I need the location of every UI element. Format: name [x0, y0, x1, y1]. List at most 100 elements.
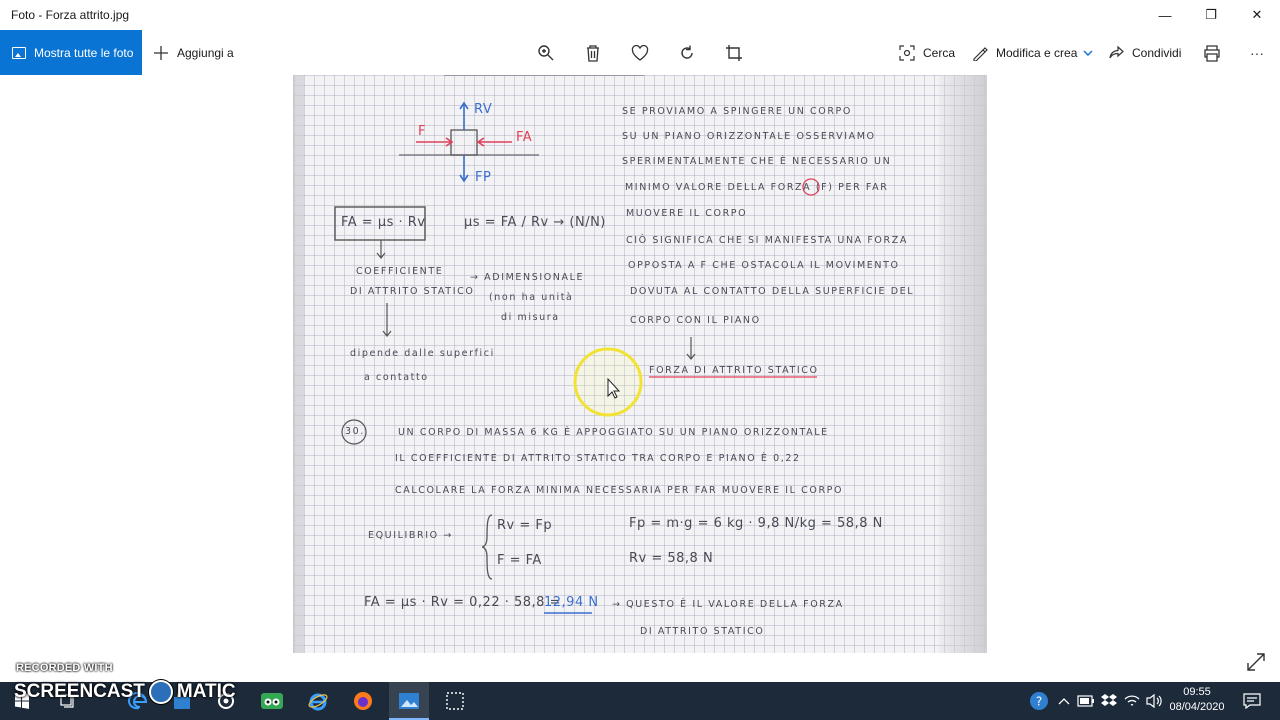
taskbar-snipping[interactable] — [443, 689, 467, 713]
note-line: ciò significa che si manifesta una forza — [626, 235, 908, 246]
crop-icon — [726, 45, 742, 61]
show-all-photos-button[interactable]: Mostra tutte le foto — [0, 30, 142, 75]
label-f: F — [418, 124, 426, 139]
trash-icon — [587, 45, 599, 62]
watermark-recorded: RECORDED WITH — [16, 662, 113, 674]
help-icon: ? — [1030, 692, 1048, 710]
firefox-icon — [354, 692, 372, 710]
exercise-line: calcolare la forza minima necessaria per… — [395, 485, 844, 496]
note-line: minimo valore della forza (F) per far — [625, 182, 889, 193]
share-label: Condividi — [1132, 45, 1182, 60]
add-to-label: Aggiungi a — [177, 45, 234, 60]
share-icon — [1109, 45, 1124, 58]
taskbar-clock[interactable]: 09:55 08/04/2020 — [1162, 685, 1232, 715]
depends-line: dipende dalle superfici — [350, 348, 495, 359]
rotate-button[interactable] — [676, 42, 698, 64]
crop-button[interactable] — [723, 42, 745, 64]
add-to-button[interactable]: Aggiungi a — [153, 30, 234, 75]
owl-icon — [261, 693, 283, 709]
battery-icon — [1077, 695, 1094, 707]
exercise-number: 30. — [345, 426, 365, 437]
search-label: Cerca — [923, 45, 956, 60]
fp-calculation: Fp = m·g = 6 kg · 9,8 N/kg = 58,8 N — [629, 516, 883, 531]
delete-button[interactable] — [582, 42, 604, 64]
note-line: sperimentalmente che è necessario un — [622, 156, 892, 167]
help-tray[interactable]: ? — [1027, 689, 1051, 713]
maximize-button[interactable]: ❐ — [1188, 0, 1234, 30]
fa-result: 12,94 N — [544, 595, 599, 610]
note-line: muovere il corpo — [626, 208, 748, 219]
plus-icon — [154, 45, 168, 60]
dropbox-icon — [1101, 694, 1117, 706]
taskbar-firefox[interactable] — [351, 689, 375, 713]
rotate-icon — [681, 45, 693, 59]
label-rv: Rv — [474, 102, 493, 117]
edit-create-button[interactable]: Modifica e crea — [972, 30, 1093, 75]
adim-line: (non ha unità — [489, 292, 574, 303]
toolbar: Mostra tutte le foto Aggiungi a Cerca Mo… — [0, 30, 1280, 75]
coef-line: di attrito statico — [350, 286, 475, 297]
wifi-icon — [1124, 695, 1140, 706]
edit-icon — [973, 46, 988, 61]
rv-calculation: Rv = 58,8 N — [629, 551, 714, 566]
exercise-line: il coefficiente di attrito statico tra c… — [395, 453, 801, 464]
coef-line: coefficiente — [356, 266, 444, 277]
zoom-button[interactable] — [535, 42, 557, 64]
screencast-logo-icon — [148, 680, 173, 704]
favorite-button[interactable] — [629, 42, 651, 64]
edit-create-label: Modifica e crea — [996, 45, 1078, 60]
svg-text:?: ? — [1036, 695, 1042, 709]
expand-icon[interactable] — [1246, 652, 1266, 672]
more-options-button[interactable]: ··· — [1246, 42, 1268, 64]
tray-battery[interactable] — [1074, 689, 1098, 713]
close-button[interactable]: ✕ — [1234, 0, 1280, 30]
taskbar-tripadvisor[interactable] — [260, 689, 284, 713]
title-bar: Foto - Forza attrito.jpg — ❐ ✕ — [0, 0, 1280, 30]
search-button[interactable]: Cerca — [899, 30, 955, 75]
fa-calculation: FA = μs · Rv = 0,22 · 58,8 = — [364, 595, 561, 610]
show-all-label: Mostra tutte le foto — [34, 45, 134, 60]
minimize-button[interactable]: — — [1142, 0, 1188, 30]
print-button[interactable] — [1201, 42, 1223, 64]
note-line: corpo con il piano — [630, 315, 761, 326]
window-title: Foto - Forza attrito.jpg — [11, 8, 130, 22]
speaker-icon — [1146, 693, 1162, 709]
depends-line: a contatto — [364, 372, 429, 383]
share-button[interactable]: Condividi — [1108, 30, 1181, 75]
photo-viewer: Rv F FA Fp FA = μs · Rv μs = FA / Rv → (… — [0, 75, 1280, 682]
watermark-brand: SCREENCAST MATIC — [14, 680, 236, 704]
note-line: se proviamo a spingere un corpo — [622, 106, 852, 117]
equilibrium-label: equilibrio → — [368, 530, 453, 541]
heart-icon — [631, 45, 649, 61]
note-line: opposta a F che ostacola il movimento — [628, 260, 900, 271]
watermark-brand-right: MATIC — [176, 681, 236, 702]
note-line: dovuta al contatto della superficie del — [630, 286, 915, 297]
notifications-button[interactable] — [1240, 689, 1264, 713]
tray-chevron[interactable] — [1052, 689, 1076, 713]
formula-box-text: FA = μs · Rv — [341, 215, 426, 230]
zoom-in-icon — [538, 45, 554, 61]
tray-dropbox[interactable] — [1097, 689, 1121, 713]
label-fa: FA — [516, 130, 533, 145]
exercise-line: un corpo di massa 6 kg è appoggiato su u… — [398, 427, 829, 438]
photos-app-icon — [399, 693, 419, 709]
taskbar-photos[interactable] — [397, 689, 421, 713]
note-line: su un piano orizzontale osserviamo — [622, 131, 876, 142]
printer-icon — [1204, 45, 1220, 62]
adim-line: → adimensionale — [470, 272, 585, 283]
photos-icon — [12, 46, 26, 59]
internet-explorer-icon — [308, 693, 328, 711]
chevron-down-icon — [1083, 50, 1093, 56]
taskbar-ie[interactable] — [306, 689, 330, 713]
formula-mu-text: μs = FA / Rv → (N/N) — [464, 215, 606, 230]
search-scan-icon — [899, 44, 915, 61]
adim-line: di misura — [501, 312, 560, 323]
equation-f-fa: F = FA — [497, 553, 542, 568]
clock-date: 08/04/2020 — [1169, 701, 1225, 713]
conclusion-line: → questo è il valore della forza — [612, 599, 844, 610]
clock-time: 09:55 — [1183, 686, 1211, 698]
equation-rv-fp: Rv = Fp — [497, 518, 553, 533]
label-fp: Fp — [475, 170, 492, 185]
static-friction-label: forza di attrito statico — [649, 365, 819, 376]
tray-wifi[interactable] — [1120, 689, 1144, 713]
